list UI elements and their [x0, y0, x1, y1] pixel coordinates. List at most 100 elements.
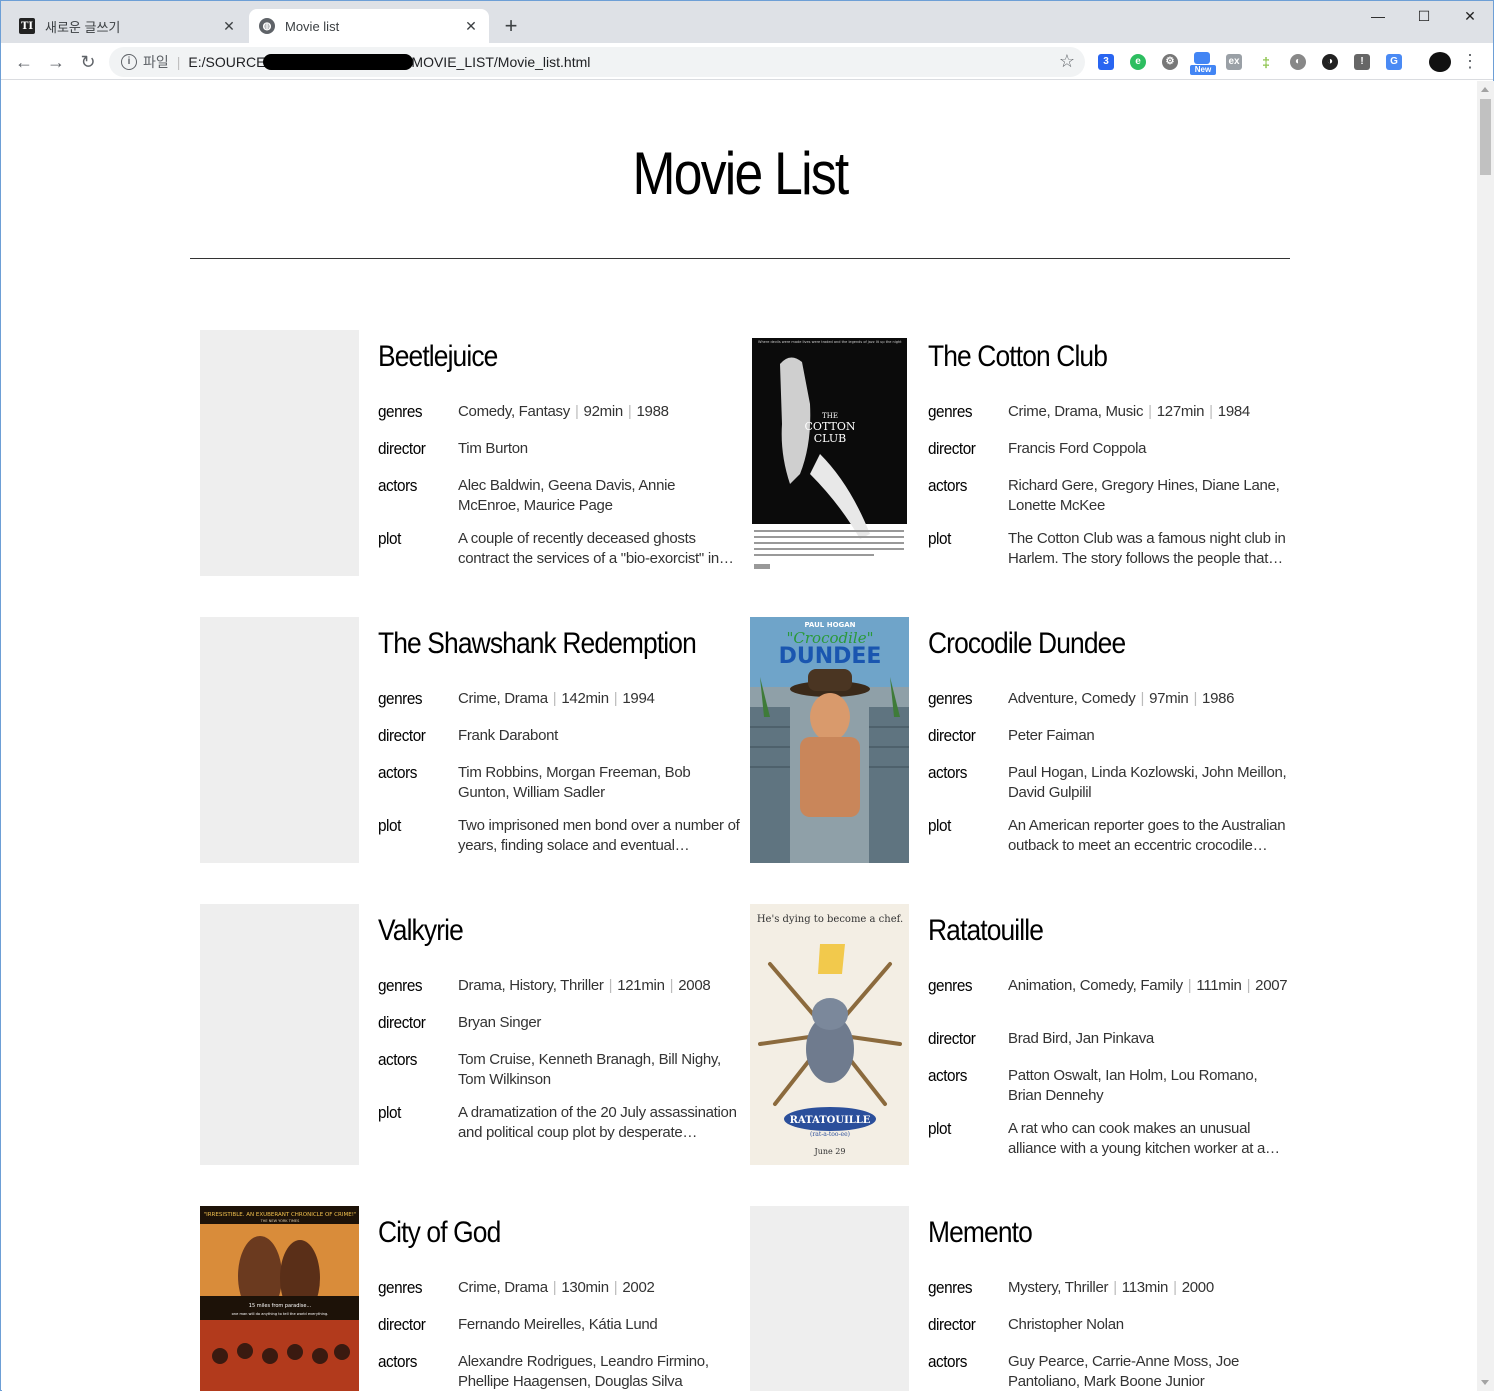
director-label: director: [928, 726, 976, 745]
gear-extension-icon[interactable]: ⚙: [1162, 54, 1178, 70]
genres-label: genres: [378, 976, 423, 995]
evernote-extension-icon[interactable]: e: [1130, 54, 1146, 70]
movie-title[interactable]: Valkyrie: [378, 914, 464, 948]
movie-title[interactable]: Memento: [928, 1216, 1033, 1250]
separator: |: [552, 690, 557, 707]
genres-label: genres: [928, 402, 973, 421]
tab-movie-list[interactable]: ◍ Movie list ✕: [249, 9, 489, 43]
year-text: 1994: [622, 690, 655, 707]
separator: |: [669, 977, 674, 994]
genres-value: Crime, Drama, Music | 127min | 1984: [1008, 402, 1290, 422]
ex-extension-icon[interactable]: ex: [1226, 54, 1242, 70]
ladder-extension-icon[interactable]: ‡: [1258, 54, 1274, 70]
plot-label: plot: [928, 816, 951, 835]
minimize-button[interactable]: —: [1355, 1, 1401, 31]
movie-card: The Shawshank Redemption genres Crime, D…: [200, 617, 740, 863]
director-value: Francis Ford Coppola: [1008, 440, 1147, 457]
poster-tagline: He's dying to become a chef.: [757, 914, 903, 925]
vertical-scrollbar[interactable]: [1477, 81, 1494, 1391]
poster-logo-line3: CLUB: [814, 432, 846, 445]
movie-title[interactable]: Beetlejuice: [378, 340, 498, 374]
runtime-text: 142min: [561, 690, 609, 707]
actors-value: Tom Cruise, Kenneth Branagh, Bill Nighy,…: [458, 1051, 721, 1088]
poster-logo-line1: THE: [822, 412, 838, 420]
movie-card: Memento genres Mystery, Thriller | 113min |…: [750, 1206, 1290, 1391]
movie-poster: [200, 617, 359, 863]
movie-card: He's dying to become a chef. RATATOUILLE…: [750, 904, 1290, 1165]
new-tab-button[interactable]: +: [497, 13, 525, 41]
plot-value: A rat who can cook makes an unusual alli…: [1008, 1120, 1266, 1157]
director-label: director: [928, 1315, 976, 1334]
movie-title[interactable]: Crocodile Dundee: [928, 627, 1126, 661]
tab-new-post[interactable]: TI 새로운 글쓰기 ✕: [9, 9, 247, 43]
runtime-text: 92min: [583, 403, 624, 420]
address-bar[interactable]: i 파일 | E:/SOURCE MOVIE_LIST/Movie_list.h…: [109, 47, 1085, 77]
movie-poster: Where devils were made lives were traded…: [750, 334, 909, 576]
avatar[interactable]: [1429, 52, 1451, 72]
movie-title[interactable]: The Shawshank Redemption: [378, 627, 697, 661]
year-text: 2002: [622, 1279, 655, 1296]
movie-title[interactable]: City of God: [378, 1216, 501, 1250]
movie-title[interactable]: The Cotton Club: [928, 340, 1108, 374]
genres-value: Drama, History, Thriller | 121min | 2008: [458, 976, 740, 996]
director-label: director: [928, 439, 976, 458]
genres-value: Crime, Drama | 142min | 1994: [458, 689, 740, 709]
movie-poster: [200, 904, 359, 1165]
scrollbar-thumb[interactable]: [1480, 99, 1491, 175]
poster-quote-source: THE NEW YORK TIMES: [260, 1219, 300, 1223]
page-title: Movie List: [632, 140, 849, 207]
scroll-up-arrow-icon[interactable]: [1481, 87, 1489, 92]
director-label: director: [378, 1013, 426, 1032]
translate-extension-icon[interactable]: G: [1386, 54, 1402, 70]
separator: |: [1148, 403, 1152, 420]
genres-value: Animation, Comedy, Family | 111min | 2007: [1008, 976, 1290, 996]
reload-icon[interactable]: ↻: [75, 49, 101, 75]
separator: |: [613, 690, 618, 707]
tab-title: Movie list: [285, 18, 340, 34]
back-arrow-icon[interactable]: ←: [11, 49, 37, 75]
director-label: director: [378, 726, 426, 745]
director-value: Fernando Meirelles, Kátia Lund: [458, 1316, 658, 1333]
separator: |: [552, 1279, 557, 1296]
circle-extension-icon[interactable]: ◐: [1290, 54, 1306, 70]
info-extension-icon[interactable]: !: [1354, 54, 1370, 70]
forward-arrow-icon[interactable]: →: [43, 49, 69, 75]
poster-image: Where devils were made lives were traded…: [750, 334, 909, 576]
genres-text: Adventure, Comedy: [1008, 690, 1136, 707]
genres-text: Mystery, Thriller: [1008, 1279, 1109, 1296]
movie-title[interactable]: Ratatouille: [928, 914, 1044, 948]
movie-card: PAUL HOGAN "Crocodile" DUNDEE Crocodile …: [750, 617, 1290, 863]
genres-value: Comedy, Fantasy | 92min | 1988: [458, 402, 740, 422]
genres-text: Crime, Drama: [458, 690, 548, 707]
maximize-button[interactable]: ☐: [1401, 1, 1447, 31]
actors-value: Tim Robbins, Morgan Freeman, Bob Gunton,…: [458, 764, 691, 801]
plot-value: A dramatization of the 20 July assassina…: [458, 1104, 737, 1141]
dark-circle-extension-icon[interactable]: ◑: [1322, 54, 1338, 70]
actors-value: Paul Hogan, Linda Kozlowski, John Meillo…: [1008, 764, 1287, 801]
tab-strip: TI 새로운 글쓰기 ✕ ◍ Movie list ✕ + — ☐ ✕: [1, 1, 1493, 43]
poster-image: PAUL HOGAN "Crocodile" DUNDEE: [750, 617, 909, 863]
movie-poster: [200, 330, 359, 576]
movie-poster: PAUL HOGAN "Crocodile" DUNDEE: [750, 617, 909, 863]
genres-value: Adventure, Comedy | 97min | 1986: [1008, 689, 1290, 709]
close-icon[interactable]: ✕: [221, 18, 237, 35]
scroll-down-arrow-icon[interactable]: [1481, 1380, 1489, 1385]
actors-value: Patton Oswalt, Ian Holm, Lou Romano, Bri…: [1008, 1067, 1258, 1104]
bookmark-star-icon[interactable]: ☆: [1059, 51, 1075, 72]
director-label: director: [378, 439, 426, 458]
director-label: director: [928, 1029, 976, 1048]
window-extension-icon[interactable]: [1194, 52, 1210, 64]
genres-label: genres: [928, 976, 973, 995]
plot-label: plot: [378, 816, 401, 835]
movie-poster: [750, 1206, 909, 1391]
more-options-icon[interactable]: ⋮: [1461, 51, 1479, 71]
plot-value: A couple of recently deceased ghosts con…: [458, 530, 719, 567]
movie-poster: He's dying to become a chef. RATATOUILLE…: [750, 904, 909, 1165]
poster-date: June 29: [814, 1147, 846, 1156]
movie-poster: "IRRESISTIBLE. AN EXUBERANT CHRONICLE OF…: [200, 1206, 359, 1391]
separator: |: [1140, 690, 1145, 707]
info-icon[interactable]: i: [121, 54, 137, 70]
close-window-button[interactable]: ✕: [1447, 1, 1493, 31]
css3-extension-icon[interactable]: 3: [1098, 54, 1114, 70]
close-icon[interactable]: ✕: [463, 18, 479, 35]
